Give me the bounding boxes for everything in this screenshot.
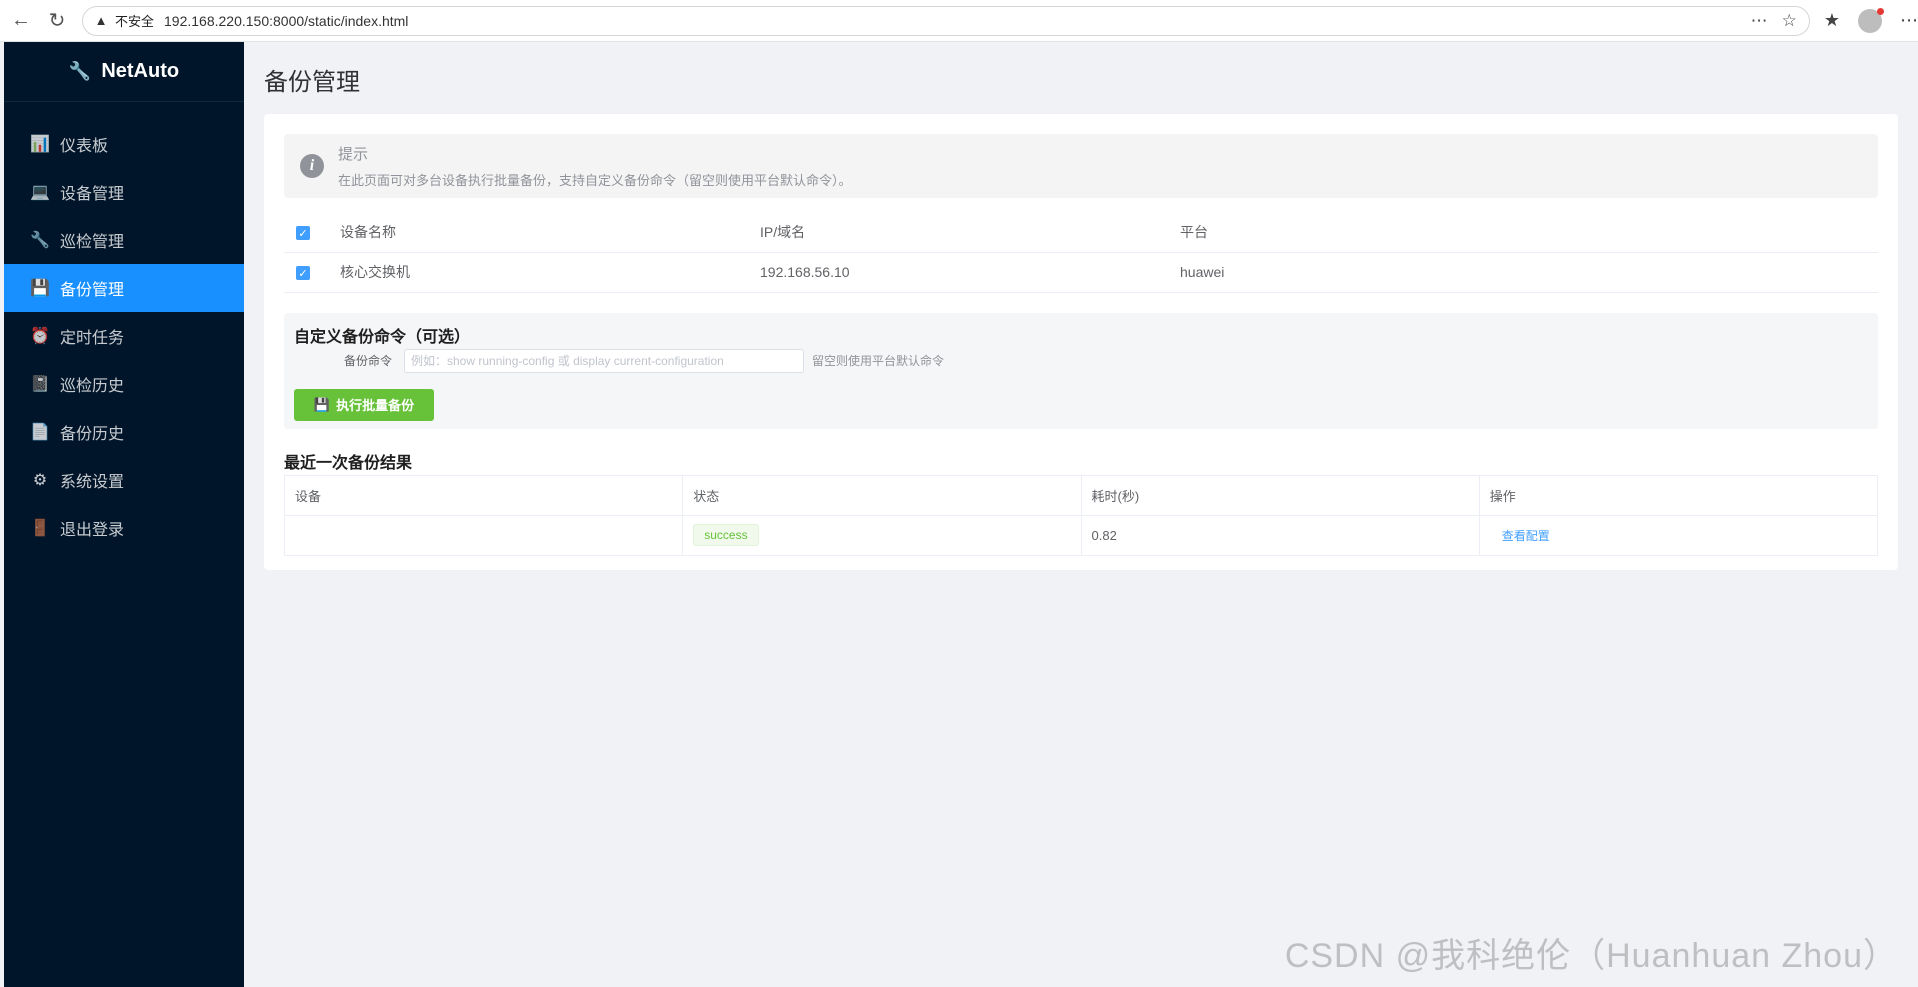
wrench-icon: 🔧 bbox=[30, 232, 50, 249]
run-batch-backup-label: 执行批量备份 bbox=[336, 398, 415, 413]
backup-command-hint: 留空则使用平台默认命令 bbox=[812, 354, 945, 368]
run-batch-backup-button[interactable]: 💾 执行批量备份 bbox=[294, 388, 434, 421]
tip-text: 提示 在此页面可对多台设备执行批量备份，支持自定义备份命令（留空则使用平台默认命… bbox=[338, 143, 852, 189]
sidebar-item-settings[interactable]: ⚙ 系统设置 bbox=[4, 456, 244, 504]
sidebar-item-label: 定时任务 bbox=[60, 330, 125, 347]
warning-icon: ▲ bbox=[94, 13, 108, 28]
brand: 🔧 NetAuto bbox=[4, 42, 244, 102]
status-badge: success bbox=[693, 524, 759, 546]
sidebar-item-label: 备份历史 bbox=[60, 426, 125, 443]
row-checkbox[interactable]: ✓ bbox=[296, 266, 310, 281]
device-platform: huawei bbox=[1180, 252, 1878, 293]
backup-card: i 提示 在此页面可对多台设备执行批量备份，支持自定义备份命令（留空则使用平台默… bbox=[264, 114, 1898, 570]
backup-command-label: 备份命令 bbox=[343, 354, 392, 368]
custom-command-row: 备份命令 留空则使用平台默认命令 bbox=[294, 348, 1868, 373]
sidebar-menu: 📊 仪表板 💻 设备管理 🔧 巡检管理 💾 备份管理 ⏰ 定时任务 📓 巡检历史… bbox=[4, 120, 244, 552]
sidebar-item-backup[interactable]: 💾 备份管理 bbox=[4, 264, 244, 312]
sidebar-item-devices[interactable]: 💻 设备管理 bbox=[4, 168, 244, 216]
result-status-cell: success bbox=[682, 514, 1082, 556]
back-arrow-icon[interactable]: ← bbox=[6, 6, 36, 36]
browser-actions: ★ ⋯ bbox=[1824, 7, 1918, 33]
backup-command-input[interactable] bbox=[404, 348, 804, 373]
column-header-ip: IP/域名 bbox=[760, 212, 1180, 253]
sidebar-item-scheduled-tasks[interactable]: ⏰ 定时任务 bbox=[4, 312, 244, 360]
sidebar-item-label: 设备管理 bbox=[60, 186, 125, 203]
sidebar-item-label: 巡检管理 bbox=[60, 234, 125, 251]
address-actions: ⋯ ☆ bbox=[1751, 11, 1809, 31]
floppy-disk-icon: 💾 bbox=[30, 280, 50, 297]
column-header-status: 状态 bbox=[682, 474, 1082, 516]
sidebar: 🔧 NetAuto 📊 仪表板 💻 设备管理 🔧 巡检管理 💾 备份管理 ⏰ 定… bbox=[4, 42, 244, 987]
result-duration: 0.82 bbox=[1080, 514, 1480, 556]
wrench-icon: 🔧 bbox=[68, 61, 92, 81]
favorites-icon[interactable]: ★ bbox=[1824, 10, 1840, 31]
sidebar-item-label: 系统设置 bbox=[60, 474, 125, 491]
brand-name: NetAuto bbox=[101, 60, 180, 82]
result-action-cell: 查看配置 bbox=[1478, 514, 1879, 556]
sidebar-item-inspection[interactable]: 🔧 巡检管理 bbox=[4, 216, 244, 264]
column-header-platform: 平台 bbox=[1180, 212, 1878, 253]
notebook-icon: 📓 bbox=[30, 376, 50, 393]
select-all-checkbox[interactable]: ✓ bbox=[296, 226, 310, 240]
sidebar-item-backup-history[interactable]: 📄 备份历史 bbox=[4, 408, 244, 456]
result-device bbox=[283, 514, 684, 556]
table-row: success 0.82 查看配置 bbox=[283, 514, 1879, 556]
dashboard-icon: 📊 bbox=[30, 136, 50, 153]
view-config-link[interactable]: 查看配置 bbox=[1502, 529, 1550, 543]
device-table: ✓ 设备名称 IP/域名 平台 ✓ 核心交换机 192.168.56.10 hu… bbox=[284, 212, 1878, 293]
address-bar[interactable]: ▲ 不安全 192.168.220.150:8000/static/index.… bbox=[82, 5, 1810, 36]
select-all-cell: ✓ bbox=[284, 212, 340, 253]
profile-avatar[interactable] bbox=[1858, 7, 1885, 33]
custom-command-title: 自定义备份命令（可选） bbox=[294, 328, 471, 346]
tip-description: 在此页面可对多台设备执行批量备份，支持自定义备份命令（留空则使用平台默认命令）。 bbox=[338, 173, 852, 188]
table-header-row: ✓ 设备名称 IP/域名 平台 bbox=[284, 212, 1878, 253]
watermark: CSDN @我科绝伦（Huanhuan Zhou） bbox=[1284, 937, 1898, 975]
sidebar-item-label: 退出登录 bbox=[60, 522, 125, 539]
column-header-duration: 耗时(秒) bbox=[1080, 474, 1480, 516]
alarm-clock-icon: ⏰ bbox=[30, 328, 50, 345]
sidebar-item-logout[interactable]: 🚪 退出登录 bbox=[4, 504, 244, 552]
document-icon: 📄 bbox=[30, 424, 50, 441]
reader-mode-icon[interactable]: ⋯ bbox=[1751, 11, 1768, 31]
page-title: 备份管理 bbox=[264, 69, 360, 96]
more-menu-icon[interactable]: ⋯ bbox=[1900, 10, 1918, 31]
info-icon: i bbox=[300, 154, 324, 178]
sidebar-item-inspection-history[interactable]: 📓 巡检历史 bbox=[4, 360, 244, 408]
device-name: 核心交换机 bbox=[340, 252, 760, 293]
sidebar-item-label: 仪表板 bbox=[60, 138, 109, 155]
tip-alert: i 提示 在此页面可对多台设备执行批量备份，支持自定义备份命令（留空则使用平台默… bbox=[284, 134, 1878, 198]
sidebar-item-label: 巡检历史 bbox=[60, 378, 125, 395]
table-header-row: 设备 状态 耗时(秒) 操作 bbox=[283, 474, 1879, 516]
row-select-cell: ✓ bbox=[284, 252, 340, 293]
browser-toolbar: ← ↻ ▲ 不安全 192.168.220.150:8000/static/in… bbox=[0, 0, 1918, 42]
main-content: 备份管理 i 提示 在此页面可对多台设备执行批量备份，支持自定义备份命令（留空则… bbox=[264, 42, 1898, 570]
tip-title: 提示 bbox=[338, 146, 369, 163]
column-header-device: 设备 bbox=[283, 474, 684, 516]
device-icon: 💻 bbox=[30, 184, 50, 201]
sidebar-item-label: 备份管理 bbox=[60, 282, 125, 299]
sidebar-item-dashboard[interactable]: 📊 仪表板 bbox=[4, 120, 244, 168]
result-table: 设备 状态 耗时(秒) 操作 success 0.82 查看配置 bbox=[283, 474, 1879, 556]
column-header-device-name: 设备名称 bbox=[340, 212, 760, 253]
star-icon[interactable]: ☆ bbox=[1782, 11, 1797, 31]
column-header-action: 操作 bbox=[1478, 474, 1879, 516]
reload-icon[interactable]: ↻ bbox=[42, 6, 72, 36]
custom-command-panel: 自定义备份命令（可选） 备份命令 留空则使用平台默认命令 💾 执行批量备份 bbox=[284, 312, 1878, 429]
security-label: 不安全 bbox=[115, 14, 155, 29]
gear-icon: ⚙ bbox=[32, 472, 48, 489]
floppy-disk-icon: 💾 bbox=[313, 396, 331, 412]
device-ip: 192.168.56.10 bbox=[760, 252, 1180, 293]
table-row[interactable]: ✓ 核心交换机 192.168.56.10 huawei bbox=[284, 252, 1878, 293]
result-title: 最近一次备份结果 bbox=[284, 454, 413, 472]
url-text[interactable]: 192.168.220.150:8000/static/index.html bbox=[164, 13, 408, 29]
door-icon: 🚪 bbox=[30, 520, 50, 537]
